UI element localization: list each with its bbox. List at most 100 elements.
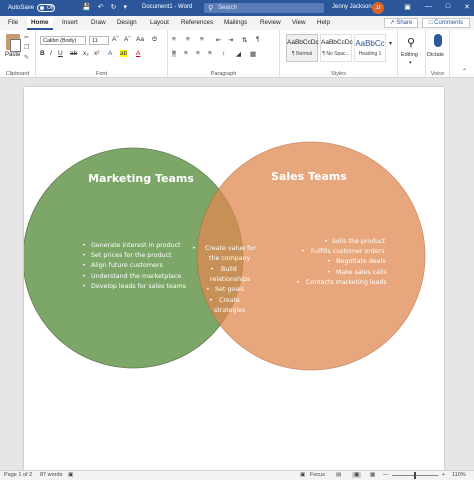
autosave-toggle[interactable]: Off (37, 4, 56, 12)
zoom-slider[interactable] (392, 472, 438, 479)
line-spacing-icon[interactable]: ↕ (222, 50, 225, 57)
text-effects-icon[interactable]: A (108, 50, 112, 57)
dictate-button[interactable]: Dictate (427, 52, 444, 58)
ribbon-display-icon[interactable]: ▣ (404, 3, 411, 11)
zoom-in-icon[interactable]: + (442, 472, 445, 478)
tab-help[interactable]: Help (317, 19, 330, 26)
bold-icon[interactable]: B (40, 50, 45, 57)
copy-icon[interactable]: ❐ (24, 44, 29, 51)
tab-review[interactable]: Review (260, 19, 281, 26)
editing-group[interactable]: ⚲ Editing ▾ (398, 30, 426, 78)
page-count[interactable]: Page 1 of 2 (4, 472, 32, 478)
paste-icon[interactable] (6, 34, 21, 52)
decrease-indent-icon[interactable]: ⇤ (216, 36, 221, 44)
align-right-icon[interactable]: ≡ (196, 50, 200, 57)
save-icon[interactable]: 💾 (82, 3, 91, 11)
increase-indent-icon[interactable]: ⇥ (228, 36, 233, 44)
window-controls: ▣ — □ ✕ (404, 3, 470, 11)
word-count[interactable]: 87 words (40, 472, 62, 478)
focus-button[interactable]: Focus (310, 472, 325, 478)
tab-view[interactable]: View (292, 19, 306, 26)
tab-insert[interactable]: Insert (62, 19, 78, 26)
borders-icon[interactable]: ▦ (250, 50, 256, 58)
list-item: Negotiate deals (336, 258, 386, 265)
underline-icon[interactable]: U (58, 50, 63, 57)
web-layout-icon[interactable]: ▦ (370, 472, 375, 478)
style-no-spacing[interactable]: AaBbCcDc ¶ No Spac... (320, 34, 353, 62)
styles-group: AaBbCcDc ¶ Normal AaBbCcDc ¶ No Spac... … (280, 30, 398, 78)
share-button[interactable]: ↗ Share (384, 18, 418, 28)
user-name[interactable]: Jenny Jackson (332, 4, 372, 10)
align-center-icon[interactable]: ≡ (184, 50, 188, 57)
multilevel-list-icon[interactable]: ≡ (200, 36, 204, 43)
italic-icon[interactable]: I (50, 50, 52, 57)
customize-qat-icon[interactable]: ▾ (123, 3, 127, 11)
font-name-select[interactable]: Calibri (Body) (40, 36, 86, 45)
align-left-icon[interactable]: ≡ (172, 50, 176, 57)
sort-icon[interactable]: ⇅ (242, 36, 247, 44)
zoom-out-icon[interactable]: — (383, 472, 389, 478)
minimize-icon[interactable]: — (425, 3, 432, 11)
autosave-control[interactable]: AutoSave Off (8, 4, 56, 12)
style-normal[interactable]: AaBbCcDc ¶ Normal (286, 34, 319, 62)
font-color-icon[interactable]: A (136, 50, 140, 57)
format-painter-icon[interactable]: ✎ (24, 54, 29, 61)
search-box[interactable]: ⚲ Search (204, 3, 324, 13)
numbering-icon[interactable]: ≡ (186, 36, 190, 43)
list-item: Make sales calls (336, 269, 387, 276)
tab-home[interactable]: Home (27, 17, 53, 30)
print-layout-icon[interactable]: ▣ (352, 472, 362, 478)
comments-button[interactable]: □ Comments (422, 18, 470, 28)
title-bar: AutoSave Off 💾 ↶ ↻ ▾ Document1 - Word ⚲ … (0, 0, 474, 16)
marketing-title: Marketing Teams (88, 172, 194, 185)
tab-design[interactable]: Design (117, 19, 137, 26)
collapse-ribbon-icon[interactable]: ⌃ (462, 68, 467, 75)
shading-icon[interactable]: ◢ (236, 50, 241, 58)
list-bullet: • (82, 262, 86, 269)
clipboard-group-label: Clipboard (5, 71, 30, 77)
clear-formatting-icon[interactable]: ⨸ (152, 36, 157, 44)
maximize-icon[interactable]: □ (446, 3, 450, 11)
zoom-level[interactable]: 110% (452, 472, 466, 478)
read-mode-icon[interactable]: ▤ (336, 472, 341, 478)
cut-icon[interactable]: ✂ (24, 34, 29, 41)
list-item: Set goals (215, 286, 244, 293)
focus-icon[interactable]: ▣ (300, 472, 305, 478)
list-item: Sells the product (332, 238, 386, 245)
list-bullet: • (327, 258, 331, 265)
close-icon[interactable]: ✕ (464, 3, 470, 11)
superscript-icon[interactable]: x² (94, 50, 99, 57)
list-item: Create value for (205, 245, 256, 252)
list-bullet: • (82, 273, 86, 280)
bullets-icon[interactable]: ≡ (172, 36, 176, 43)
show-formatting-icon[interactable]: ¶ (256, 36, 260, 43)
style-heading-1[interactable]: AaBbCc Heading 1 (354, 34, 386, 62)
tab-layout[interactable]: Layout (150, 19, 169, 26)
redo-icon[interactable]: ↻ (111, 3, 117, 11)
status-bar: Page 1 of 2 87 words ▣ ▣ Focus ▤ ▣ ▦ — +… (0, 470, 474, 480)
paste-button[interactable]: Paste (5, 52, 20, 58)
avatar[interactable]: JJ (372, 2, 384, 14)
document-page[interactable]: Marketing Teams Sales Teams • Generate i… (24, 87, 444, 470)
font-size-select[interactable]: 11 (89, 36, 109, 45)
grow-font-icon[interactable]: Aˆ (112, 36, 119, 43)
strikethrough-icon[interactable]: ab (70, 50, 77, 57)
tab-file[interactable]: File (8, 19, 18, 26)
search-icon: ⚲ (208, 5, 214, 12)
styles-more-icon[interactable]: ▾ (389, 40, 392, 47)
tab-references[interactable]: References (181, 19, 213, 26)
list-bullet: • (192, 245, 196, 252)
justify-icon[interactable]: ≡ (208, 50, 212, 57)
microphone-icon[interactable] (434, 34, 442, 47)
ribbon: Paste ✂ ❐ ✎ Clipboard Calibri (Body) 11 … (0, 30, 474, 78)
proofing-icon[interactable]: ▣ (68, 472, 73, 478)
style-name: ¶ No Spac... (322, 51, 350, 57)
subscript-icon[interactable]: x₂ (83, 50, 89, 57)
font-group-label: Font (95, 71, 107, 77)
tab-mailings[interactable]: Mailings (224, 19, 247, 26)
tab-draw[interactable]: Draw (91, 19, 106, 26)
highlight-icon[interactable]: ab (120, 50, 128, 57)
change-case-icon[interactable]: Aa (136, 36, 144, 43)
undo-icon[interactable]: ↶ (98, 3, 104, 11)
shrink-font-icon[interactable]: Aˇ (124, 36, 131, 43)
